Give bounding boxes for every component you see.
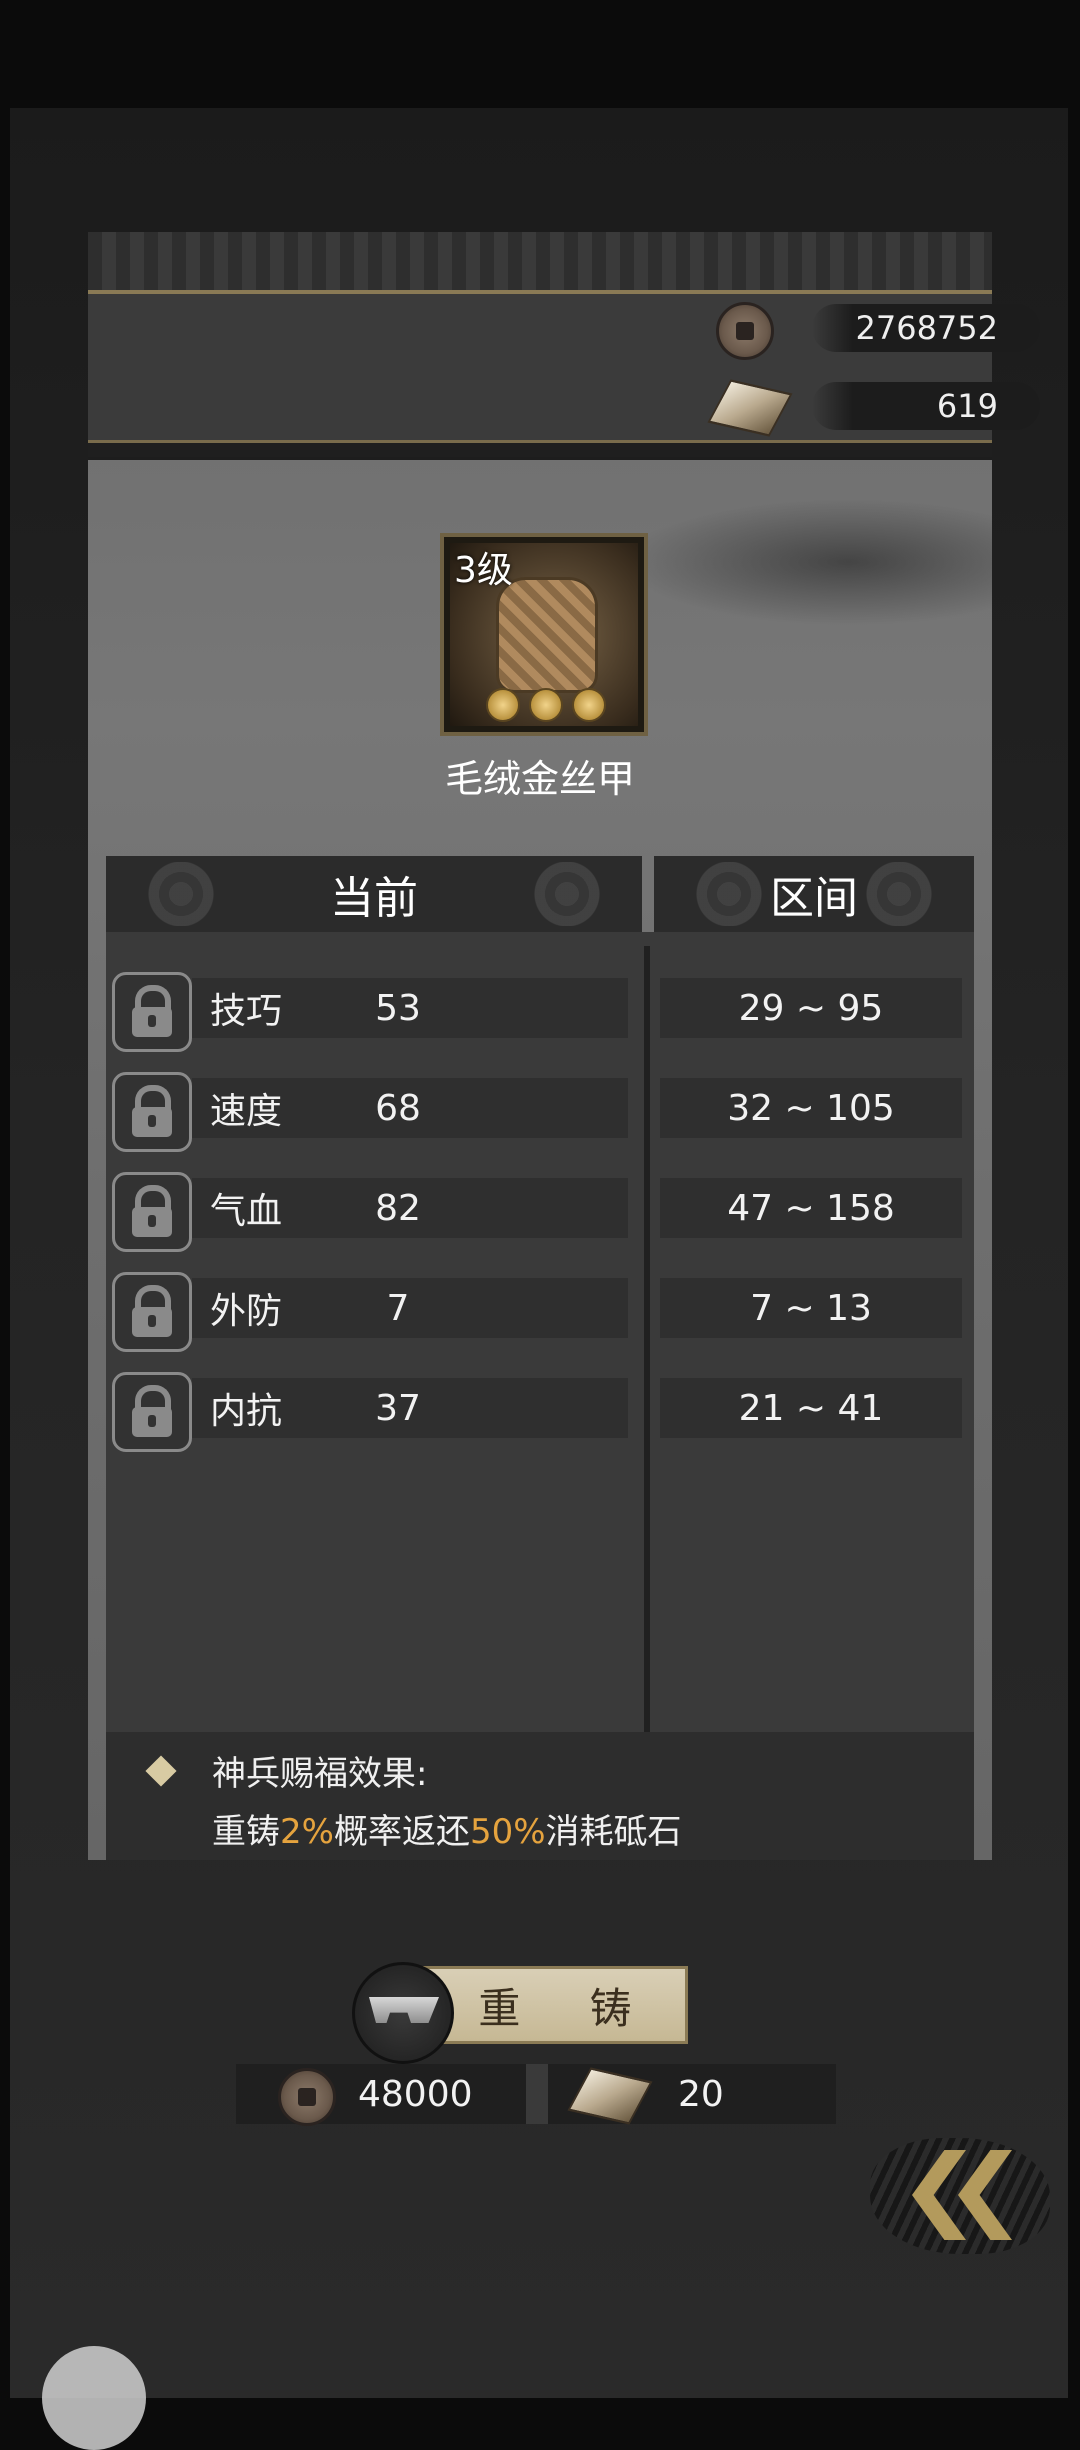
column-current: 当前: [106, 856, 642, 935]
stat-name: 内抗: [210, 1391, 283, 1432]
stone-balance-value: 619: [936, 387, 998, 425]
stat-range: 29 ~ 95: [660, 978, 962, 1038]
effect-chance: 2%: [280, 1812, 334, 1852]
blessing-effect: 神兵赐福效果: 重铸2%概率返还50%消耗砥石: [106, 1732, 974, 1860]
header-trim: [88, 232, 992, 294]
stone-cost-value: 20: [678, 2074, 724, 2115]
item-name: 毛绒金丝甲: [444, 757, 635, 801]
chevron-left-icon: [912, 2150, 966, 2240]
coin-balance: 2768752: [812, 304, 1040, 352]
stat-range: 7 ~ 13: [660, 1278, 962, 1338]
stone-balance: 619: [812, 382, 1040, 430]
column-range: 区间: [654, 856, 974, 935]
item-stars: [486, 688, 606, 722]
effect-desc-prefix: 重铸: [212, 1812, 280, 1852]
stat-name: 技巧: [210, 991, 283, 1032]
lock-toggle-icon[interactable]: [112, 1372, 192, 1452]
star-icon: [572, 688, 606, 722]
star-icon: [529, 688, 563, 722]
star-icon: [486, 688, 520, 722]
stat-name: 气血: [210, 1191, 283, 1232]
lock-toggle-icon[interactable]: [112, 972, 192, 1052]
stat-range: 32 ~ 105: [660, 1078, 962, 1138]
lock-toggle-icon[interactable]: [112, 1172, 192, 1252]
effect-title: 神兵赐福效果:: [212, 1754, 428, 1794]
header-trim-bottom: [88, 440, 992, 457]
item-level: 3级: [454, 550, 513, 591]
stat-value: 37: [375, 1387, 421, 1429]
anvil-icon: [352, 1962, 454, 2064]
effect-description: 重铸2%概率返还50%消耗砥石: [212, 1804, 682, 1853]
chevron-left-icon: [958, 2150, 1012, 2240]
stat-range: 47 ~ 158: [660, 1178, 962, 1238]
coin-cost-icon: [278, 2068, 336, 2126]
stat-row: 内抗 37: [192, 1378, 628, 1438]
stat-row: 气血 82: [192, 1178, 628, 1238]
diamond-bullet-icon: [145, 1755, 177, 1787]
stat-value: 82: [375, 1187, 421, 1229]
coin-icon: [716, 302, 774, 360]
stat-row: 速度 68: [192, 1078, 628, 1138]
column-divider: [644, 946, 650, 1762]
effect-desc-middle: 概率返还: [333, 1812, 470, 1852]
stat-name: 速度: [210, 1091, 283, 1132]
back-button[interactable]: [870, 2130, 1050, 2260]
effect-desc-suffix: 消耗砥石: [545, 1812, 682, 1852]
stat-name: 外防: [210, 1291, 283, 1332]
stat-value: 53: [375, 987, 421, 1029]
recast-button[interactable]: 重 铸: [420, 1966, 688, 2044]
coin-cost-value: 48000: [358, 2074, 473, 2115]
item-icon-frame[interactable]: 3级: [440, 533, 648, 736]
armor-icon: [496, 577, 598, 693]
lock-toggle-icon[interactable]: [112, 1272, 192, 1352]
stat-range: 21 ~ 41: [660, 1378, 962, 1438]
stat-row: 外防 7: [192, 1278, 628, 1338]
coin-balance-value: 2768752: [855, 309, 998, 347]
stat-value: 68: [375, 1087, 421, 1129]
effect-refund: 50%: [469, 1812, 546, 1852]
lock-toggle-icon[interactable]: [112, 1072, 192, 1152]
floating-action-button[interactable]: [42, 2346, 146, 2450]
stat-value: 7: [386, 1287, 410, 1329]
stat-row: 技巧 53: [192, 978, 628, 1038]
